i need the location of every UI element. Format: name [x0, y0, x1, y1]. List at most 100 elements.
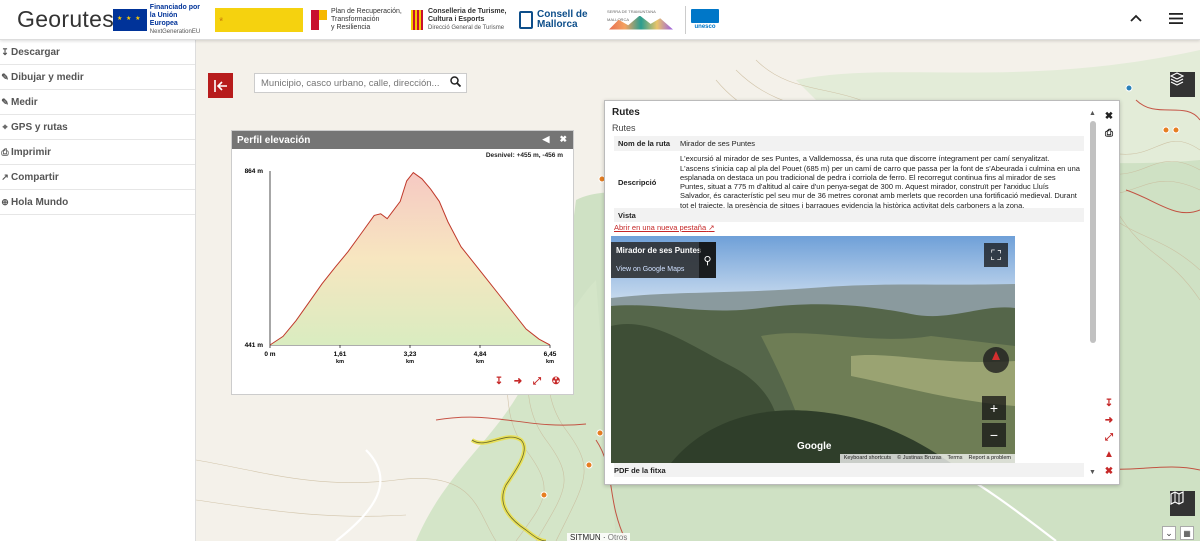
sidebar-item-label: Medir [11, 96, 38, 108]
base-map-icon[interactable] [1170, 491, 1195, 516]
x-tick-unit: km [336, 359, 344, 365]
sidebar-item-gps-routes[interactable]: ⌖ GPS y rutas [0, 115, 195, 140]
elevation-tools: ↧ ➜ ⤢ ☢ [492, 374, 563, 388]
share-icon[interactable]: ➜ [1101, 413, 1117, 427]
rutes-info-panel: Rutes Rutes Nom de la ruta Mirador de se… [604, 100, 1120, 485]
plan-logo-line2: Transformación [331, 15, 380, 23]
description-value: L'excursió al mirador de ses Puntes, a V… [680, 154, 1080, 210]
plan-logo-line1: Plan de Recuperación, [331, 7, 402, 15]
report-problem-link[interactable]: Report a problem [969, 455, 1012, 462]
scroll-up-icon[interactable]: ▲ [1088, 109, 1097, 118]
mallorca-line1: Consell de [537, 8, 588, 20]
sidebar-item-label: Imprimir [11, 146, 52, 158]
y-tick-min: 441 m [245, 342, 264, 349]
map-pin-icon[interactable]: ⚲ [699, 242, 716, 278]
spanish-government-logo: ♕ [215, 7, 303, 32]
collapse-panel-icon[interactable]: ◀ [543, 134, 550, 145]
download-icon[interactable]: ↧ [492, 374, 506, 388]
sidebar-item-measure[interactable]: ✎ Medir [0, 90, 195, 115]
elevation-area [270, 172, 550, 345]
search-input[interactable] [255, 74, 450, 92]
printer-icon: ⎙ [1, 146, 9, 157]
search-icon[interactable] [450, 76, 466, 90]
sidebar-item-label: Compartir [11, 171, 59, 183]
header-actions [1128, 10, 1184, 26]
expand-icon[interactable]: ⤢ [530, 374, 544, 388]
street-view-panorama[interactable]: Mirador de ses Puntes View on Google Map… [611, 236, 1015, 463]
chevron-down-icon[interactable]: ⌄ [1162, 526, 1176, 540]
elevation-panel-header: Perfil elevación ◀ ✖ [232, 131, 573, 149]
close-icon[interactable]: ✖ [559, 134, 567, 145]
layers-icon[interactable] [1170, 72, 1195, 97]
trash-icon[interactable]: ✖ [1101, 464, 1117, 478]
collapse-sidebar-button[interactable] [208, 73, 233, 98]
expand-icon[interactable]: ⤢ [1101, 430, 1117, 444]
x-tick-label: 1,61 [334, 351, 347, 358]
share-icon[interactable]: ➜ [511, 374, 525, 388]
sidebar-item-share[interactable]: ↗ Compartir [0, 165, 195, 190]
unesco-temple-icon [691, 8, 719, 23]
fullscreen-icon[interactable]: ▦ [1180, 526, 1194, 540]
balearic-flag-icon [411, 9, 423, 30]
sidebar-item-label: Dibujar y medir [11, 71, 84, 83]
sidebar-item-label: Hola Mundo [11, 196, 69, 208]
conselleria-logo: Conselleria de Turisme, Cultura i Esport… [411, 7, 511, 33]
sidebar-item-print[interactable]: ⎙ Imprimir [0, 140, 195, 165]
view-on-google-maps-link[interactable]: View on Google Maps [616, 266, 684, 273]
mallorca-crest-icon [519, 10, 533, 29]
scroll-thumb[interactable] [1089, 121, 1096, 343]
rutes-layer-name: Rutes [612, 123, 636, 133]
sidebar-item-hello-world[interactable]: ⊕ Hola Mundo [0, 190, 195, 215]
download-icon[interactable]: ↧ [1101, 396, 1117, 410]
fullscreen-icon[interactable]: ⛶ [984, 243, 1008, 267]
app-title[interactable]: Georutes [17, 6, 114, 33]
tools-sidebar: ↧ Descargar ✎ Dibujar y medir ✎ Medir ⌖ … [0, 40, 196, 541]
pdf-label-text: PDF de la fitxa [614, 466, 666, 475]
pencil-icon: ✎ [1, 96, 9, 107]
zoom-out-icon[interactable]: − [982, 423, 1006, 447]
scroll-down-icon[interactable]: ▼ [1088, 468, 1097, 477]
sidebar-item-draw-measure[interactable]: ✎ Dibujar y medir [0, 65, 195, 90]
app-header: Georutes Financiado por la Unión Europea… [0, 0, 1200, 40]
sidebar-item-download[interactable]: ↧ Descargar [0, 40, 195, 65]
government-crest-icon: ♕ [219, 16, 224, 23]
trash-icon[interactable]: ☢ [549, 374, 563, 388]
pin-icon: ⊕ [1, 196, 9, 207]
pdf-label: PDF de la fitxa [614, 463, 1084, 477]
pencil-icon: ✎ [1, 71, 9, 82]
google-logo: Google [797, 441, 832, 452]
description-label: Descripció [618, 177, 657, 187]
share-icon: ↗ [1, 171, 9, 182]
close-icon[interactable]: ✖ [1101, 109, 1117, 123]
table-row: Descripció L'excursió al mirador de ses … [614, 151, 1084, 214]
recovery-plan-logo: Plan de Recuperación, Transformación y R… [311, 7, 403, 33]
unesco-text: unesco [694, 23, 716, 30]
open-new-tab-link[interactable]: Abrir en una nueva pestaña ↗ [614, 223, 715, 232]
rutes-panel-actions: ✖ ⎙ ↧ ➜ ⤢ ▲ ✖ [1101, 105, 1117, 480]
table-row: Nom de la ruta Mirador de ses Puntes [614, 136, 1084, 152]
rutes-panel-title: Rutes [612, 107, 640, 118]
vista-label: Vista [614, 208, 1084, 222]
terms-link[interactable]: Terms [948, 455, 963, 462]
x-tick-label: 6,45 [544, 351, 557, 358]
panel-scrollbar[interactable]: ▲ ▼ [1088, 109, 1097, 477]
elevation-panel-title: Perfil elevación [237, 134, 311, 146]
plan-logo-line3: y Resiliencia [331, 23, 371, 31]
street-view-info-card: Mirador de ses Puntes View on Google Map… [611, 242, 716, 278]
zoom-in-icon[interactable]: + [982, 396, 1006, 420]
open-new-tab-link-text: Abrir en una nueva pestaña [614, 223, 707, 232]
printer-icon[interactable]: ⎙ [1101, 126, 1117, 140]
route-name-label: Nom de la ruta [618, 139, 671, 149]
y-tick-max: 864 m [245, 168, 264, 175]
chevron-up-icon[interactable] [1128, 10, 1144, 26]
route-name-value: Mirador de ses Puntes [680, 139, 756, 148]
hamburger-menu-icon[interactable] [1168, 10, 1184, 26]
unesco-logo: unesco [685, 5, 721, 34]
elevation-chart-icon[interactable]: ▲ [1101, 447, 1117, 461]
elevation-profile-panel: Perfil elevación ◀ ✖ Desnivel: +455 m, -… [231, 130, 574, 395]
eu-logo-line1: Financiado por [149, 3, 200, 11]
x-tick-unit: km [406, 359, 414, 365]
keyboard-shortcuts-link[interactable]: Keyboard shortcuts [844, 455, 891, 462]
compass-icon[interactable] [983, 347, 1009, 373]
external-link-icon: ↗ [708, 223, 715, 232]
